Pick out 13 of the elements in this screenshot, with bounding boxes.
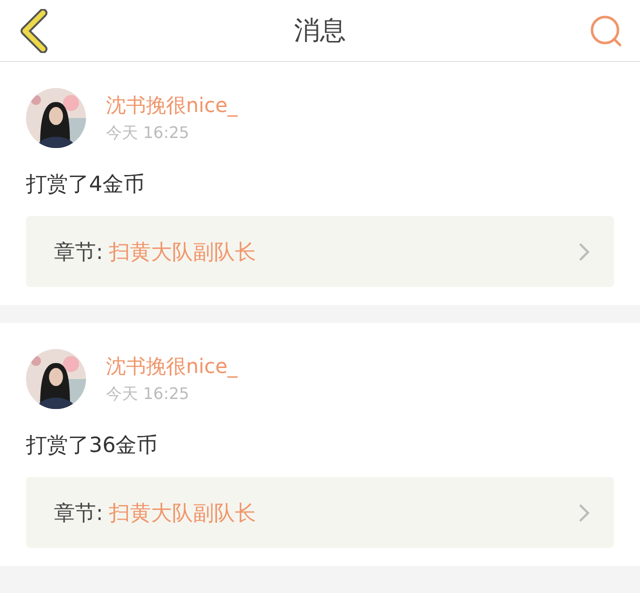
chapter-title: 扫黄大队副队长: [109, 500, 256, 526]
chapter-label: 章节:: [54, 500, 104, 526]
page-title: 消息: [294, 15, 346, 48]
chapter-link[interactable]: 章节: 扫黄大队副队长: [26, 477, 614, 548]
chapter-link[interactable]: 章节: 扫黄大队副队长: [26, 216, 614, 287]
message-text: 打赏了36金币: [26, 432, 159, 459]
message-text: 打赏了4金币: [26, 171, 146, 198]
chevron-right-icon: [578, 502, 590, 522]
message-time: 今天 16:25: [106, 123, 190, 144]
chapter-label: 章节:: [54, 238, 104, 266]
chapter-title: 扫黄大队副队长: [109, 238, 256, 266]
chevron-right-icon: [578, 242, 590, 262]
message-time: 今天 16:25: [106, 384, 190, 405]
